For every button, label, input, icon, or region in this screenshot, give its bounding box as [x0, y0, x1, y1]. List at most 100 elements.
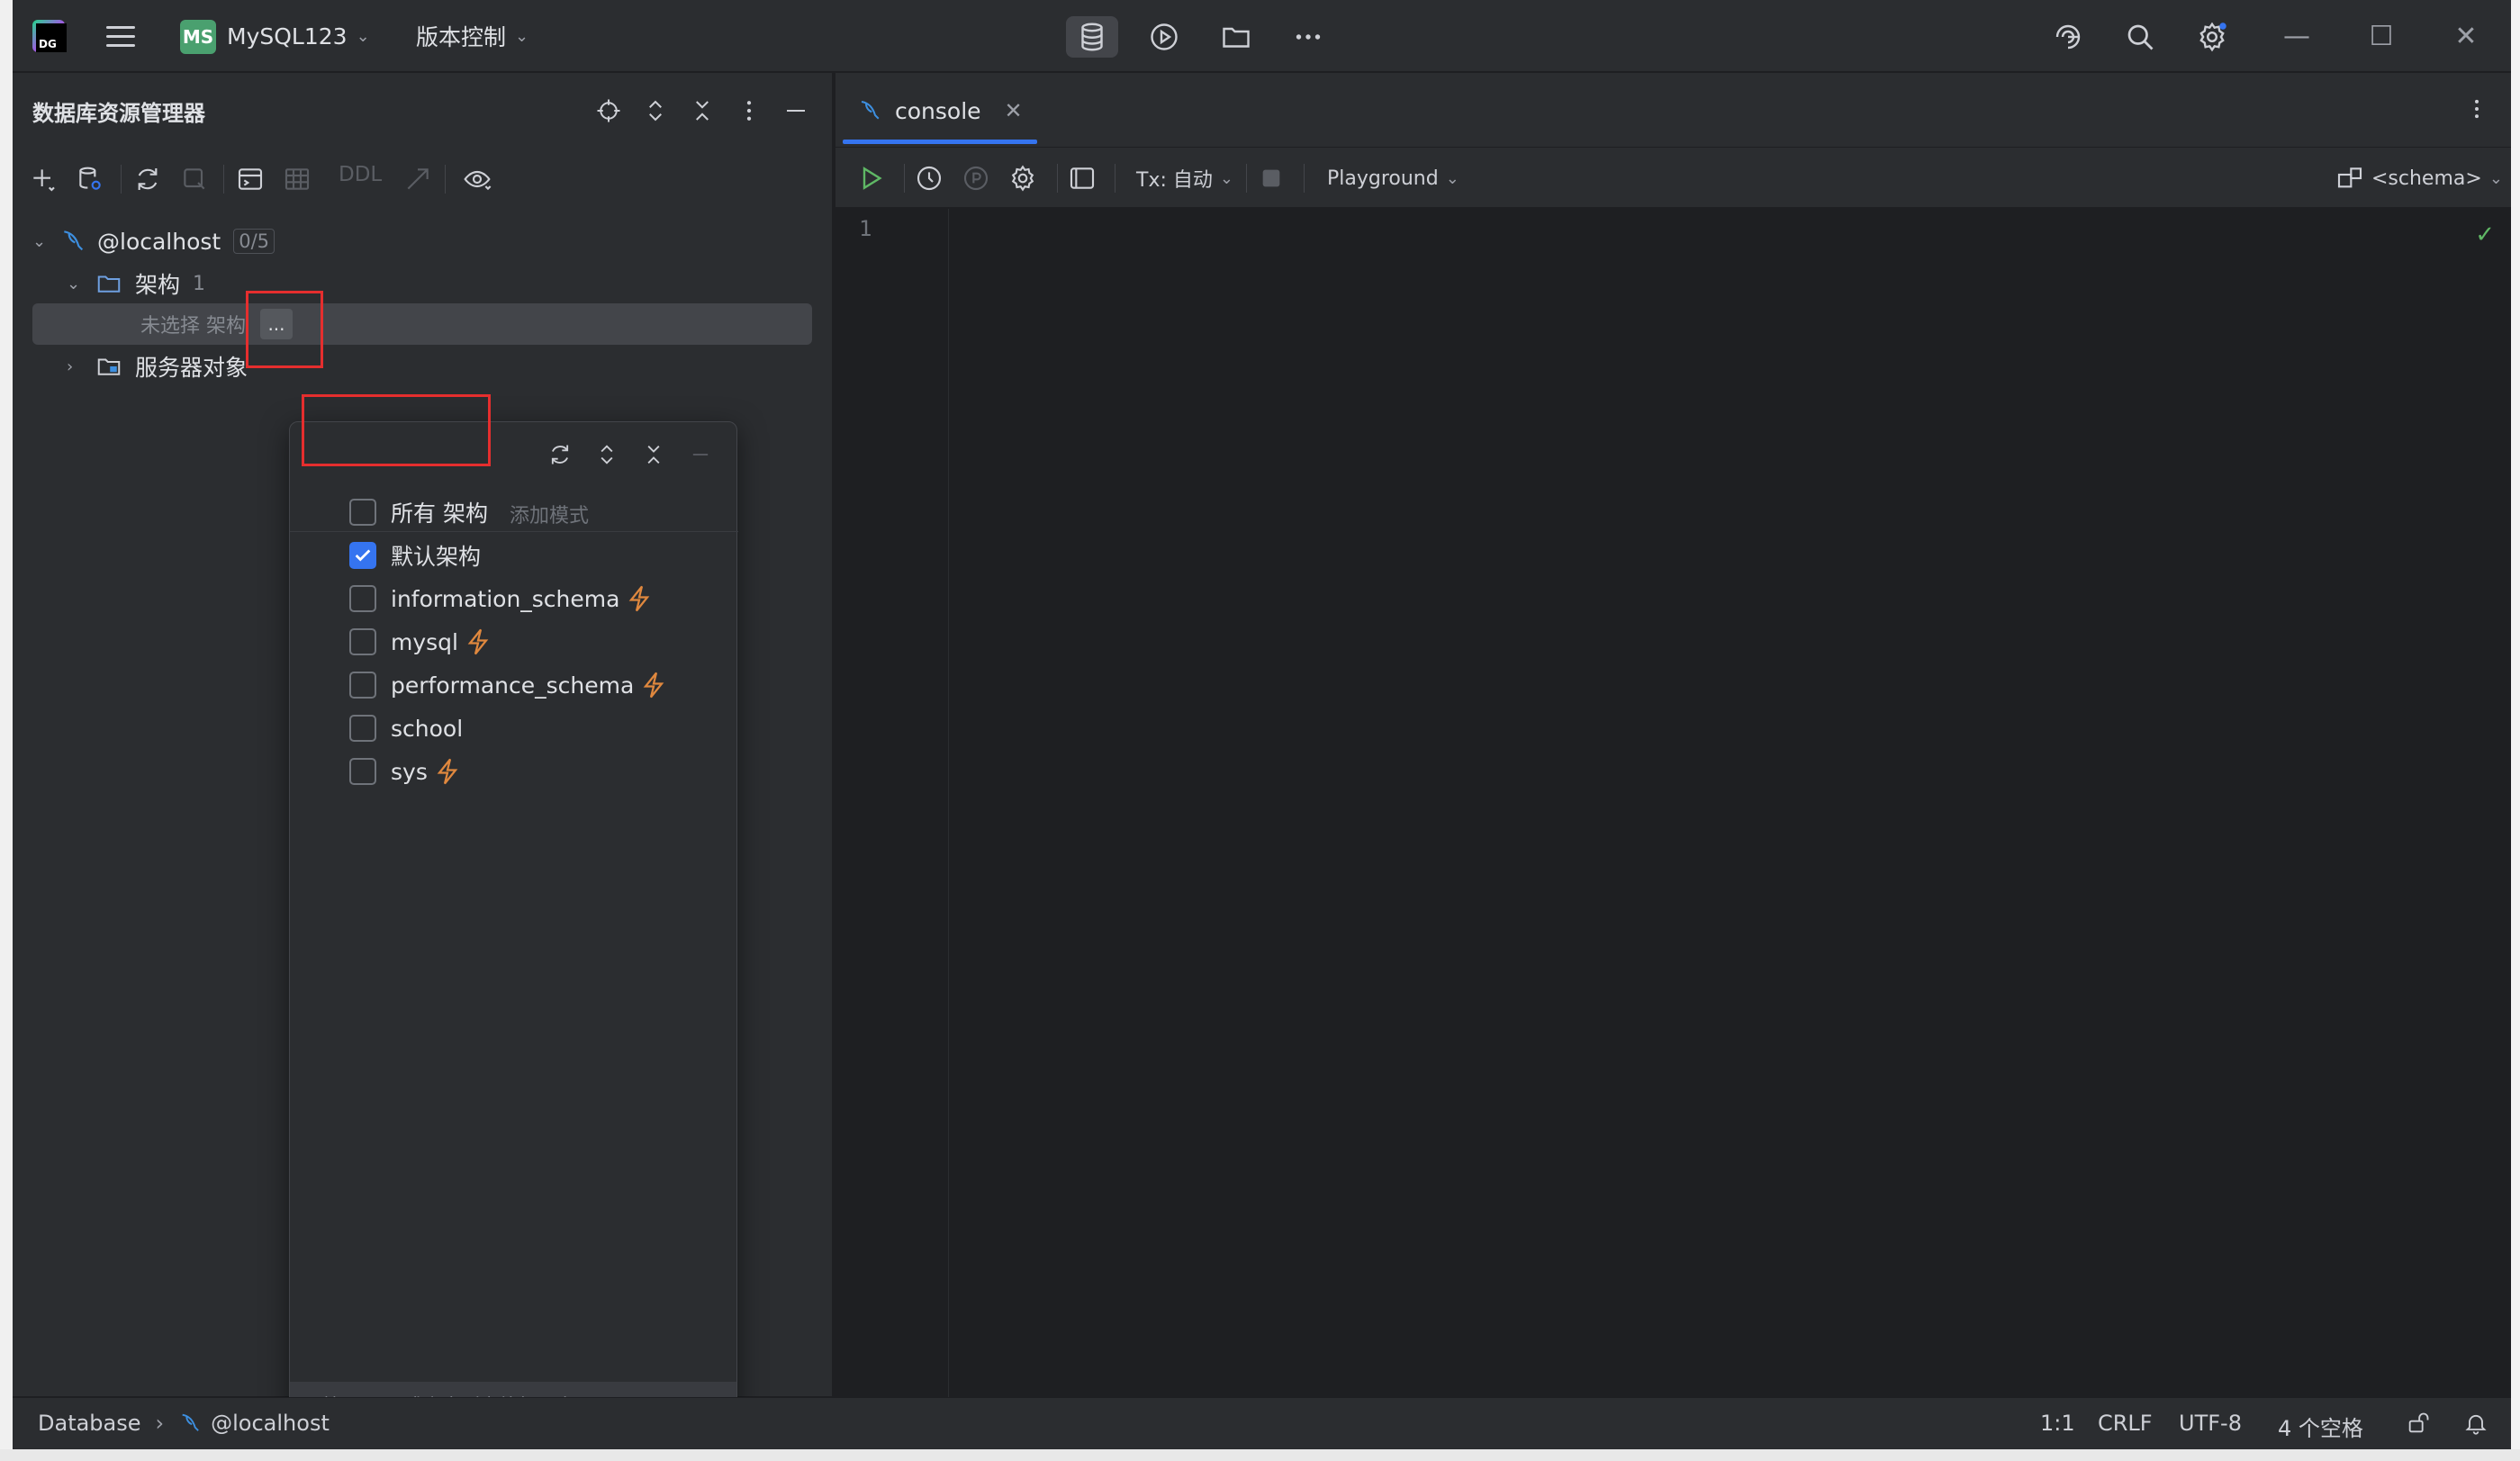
- folder-icon[interactable]: [1210, 16, 1262, 58]
- schema-option-default[interactable]: 默认架构: [349, 536, 481, 575]
- schema-option-all[interactable]: 所有 架构: [349, 492, 488, 532]
- hide-panel-icon[interactable]: [778, 93, 814, 129]
- checkbox-checked[interactable]: [349, 542, 376, 569]
- tree-item-server-objects[interactable]: › 服务器对象: [67, 346, 248, 387]
- notifications-bell-icon[interactable]: [2463, 1411, 2488, 1436]
- schema-option-label: 默认架构: [391, 544, 482, 570]
- close-window-button[interactable]: ✕: [2425, 0, 2506, 72]
- checkbox[interactable]: [349, 585, 376, 612]
- refresh-icon[interactable]: [542, 435, 578, 474]
- history-clock-icon[interactable]: [915, 158, 944, 198]
- chevron-down-icon: ⌄: [515, 26, 529, 46]
- mysql-dolphin-icon: [861, 101, 880, 120]
- minus-icon[interactable]: [682, 435, 718, 474]
- schema-option-performance-schema[interactable]: performance_schema: [349, 665, 664, 705]
- tab-label: console: [895, 97, 981, 124]
- server-objects-label: 服务器对象: [135, 355, 248, 381]
- explain-plan-icon[interactable]: [962, 158, 990, 198]
- schema-option-label: school: [391, 715, 464, 742]
- search-icon[interactable]: [2114, 16, 2166, 58]
- locate-icon[interactable]: [591, 93, 627, 129]
- view-options-eye-icon[interactable]: [457, 159, 497, 199]
- chevron-down-icon: ⌄: [32, 231, 47, 251]
- minimize-button[interactable]: —: [2256, 0, 2337, 72]
- checkbox[interactable]: [349, 499, 376, 526]
- vcs-label: 版本控制: [416, 24, 507, 50]
- checkbox[interactable]: [349, 628, 376, 655]
- playground-dropdown[interactable]: Playground ⌄: [1327, 158, 1459, 198]
- schema-option-sys[interactable]: sys: [349, 752, 458, 791]
- refresh-icon[interactable]: [128, 159, 167, 199]
- folder-icon: [97, 275, 121, 293]
- more-icon[interactable]: [1282, 16, 1334, 58]
- caret-position[interactable]: 1:1: [2040, 1411, 2075, 1436]
- playground-label: Playground: [1327, 167, 1439, 190]
- ai-assistant-icon[interactable]: [2042, 16, 2094, 58]
- breadcrumb-host[interactable]: @localhost: [211, 1411, 330, 1436]
- data-source-properties-icon[interactable]: [70, 159, 110, 199]
- schema-option-mysql[interactable]: mysql: [349, 622, 489, 662]
- query-console-icon[interactable]: [230, 159, 270, 199]
- introspection-bolt-icon: [643, 672, 664, 699]
- collapse-all-icon[interactable]: [636, 435, 672, 474]
- schema-option-information-schema[interactable]: information_schema: [349, 579, 650, 618]
- settings-gear-icon[interactable]: [2186, 16, 2238, 58]
- expand-all-icon[interactable]: [637, 93, 673, 129]
- file-encoding[interactable]: UTF-8: [2179, 1411, 2242, 1436]
- tab-options-kebab-icon[interactable]: [2461, 91, 2493, 127]
- checkbox[interactable]: [349, 758, 376, 785]
- schema-option-label: information_schema: [391, 585, 620, 612]
- host-count-badge: 0/5: [233, 229, 275, 254]
- datagrip-logo-icon[interactable]: [32, 20, 67, 52]
- transaction-mode-dropdown[interactable]: Tx: 自动 ⌄: [1136, 158, 1233, 198]
- settings-gear-icon[interactable]: [1008, 158, 1037, 198]
- table-icon[interactable]: [277, 159, 317, 199]
- ddl-button[interactable]: DDL: [339, 163, 382, 186]
- status-bar: Database › @localhost 1:1 CRLF UTF-8 4 个…: [13, 1397, 2511, 1449]
- database-tool-icon[interactable]: [1066, 16, 1118, 58]
- no-problems-check-icon[interactable]: ✓: [2475, 221, 2495, 248]
- background-desktop-right: [2511, 0, 2520, 1461]
- breadcrumb-root[interactable]: Database: [38, 1411, 141, 1436]
- explorer-toolbar: DDL: [13, 156, 834, 203]
- stop-icon[interactable]: [175, 159, 214, 199]
- title-bar: MS MySQL123 ⌄ 版本控制 ⌄ — ☐ ✕: [13, 0, 2511, 72]
- read-only-lock-icon[interactable]: [2406, 1411, 2431, 1436]
- chevron-right-icon: ›: [67, 356, 74, 376]
- vcs-menu[interactable]: 版本控制 ⌄: [416, 0, 528, 72]
- close-tab-icon[interactable]: ✕: [1005, 98, 1023, 123]
- main-menu-icon[interactable]: [103, 0, 139, 72]
- execute-run-icon[interactable]: [857, 158, 886, 198]
- collapse-all-icon[interactable]: [684, 93, 720, 129]
- tx-label: Tx: 自动: [1136, 169, 1213, 192]
- schema-option-label: sys: [391, 758, 428, 785]
- schema-option-school[interactable]: school: [349, 708, 463, 748]
- tree-item-localhost[interactable]: ⌄ @localhost 0/5: [32, 221, 275, 262]
- database-explorer-panel: 数据库资源管理器 DDL ⌄ @localhost 0/5 ⌄ 架构 1 未选择…: [13, 73, 834, 1429]
- project-selector[interactable]: MySQL123 ⌄: [227, 0, 370, 72]
- background-desktop-left: [0, 0, 13, 1461]
- checkbox[interactable]: [349, 672, 376, 699]
- tab-console[interactable]: console ✕: [857, 91, 1023, 131]
- line-separator[interactable]: CRLF: [2098, 1411, 2153, 1436]
- add-icon[interactable]: [23, 159, 63, 199]
- line-number: 1: [859, 216, 872, 241]
- options-kebab-icon[interactable]: [731, 93, 767, 129]
- maximize-button[interactable]: ☐: [2341, 0, 2422, 72]
- introspection-bolt-icon: [629, 585, 650, 612]
- add-mode-hint: 添加模式: [510, 505, 590, 528]
- breadcrumb: Database › @localhost: [38, 1411, 330, 1436]
- stop-icon[interactable]: [1257, 158, 1286, 198]
- tree-item-schemas[interactable]: ⌄ 架构 1: [67, 263, 205, 304]
- services-icon[interactable]: [1138, 16, 1190, 58]
- checkbox[interactable]: [349, 715, 376, 742]
- expand-all-icon[interactable]: [589, 435, 625, 474]
- schema-option-label: performance_schema: [391, 672, 635, 699]
- indent-setting[interactable]: 4 个空格: [2278, 1411, 2363, 1442]
- server-objects-icon: [97, 358, 121, 375]
- output-layout-icon[interactable]: [1068, 158, 1097, 198]
- project-badge[interactable]: MS: [180, 20, 216, 54]
- sql-editor[interactable]: 1 ✓: [835, 209, 2511, 1397]
- schema-selector-dropdown[interactable]: <schema> ⌄: [2335, 158, 2503, 198]
- jump-to-icon[interactable]: [398, 159, 438, 199]
